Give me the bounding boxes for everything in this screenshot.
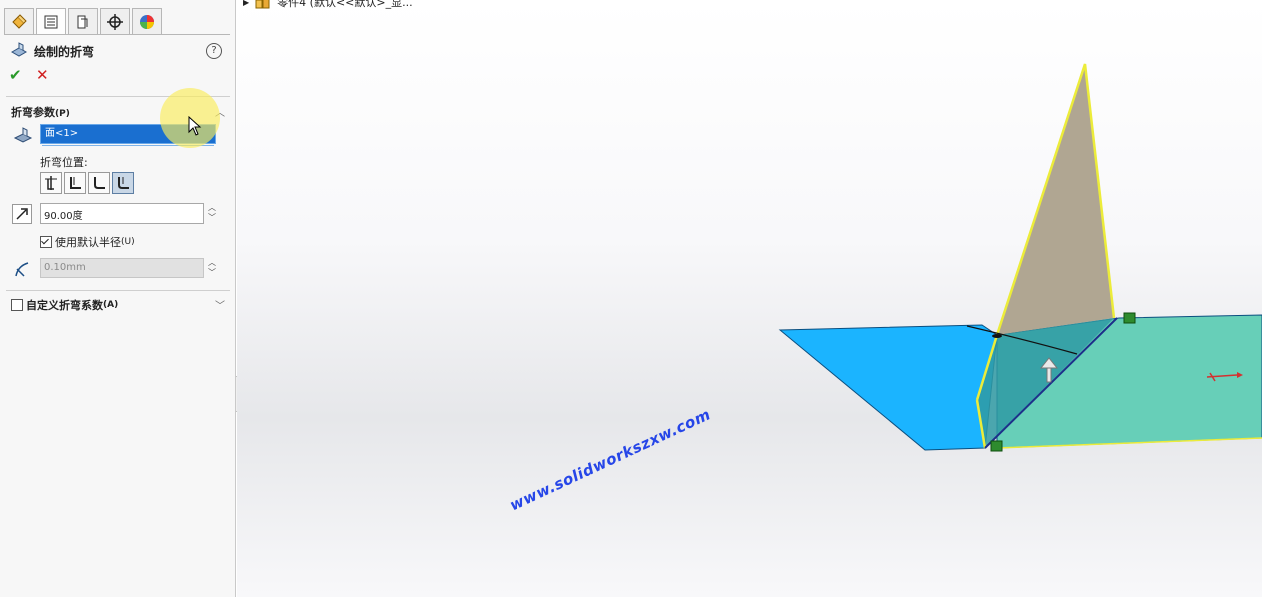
manager-tabs xyxy=(4,8,164,34)
bend-position-buttons xyxy=(40,172,136,194)
property-manager-panel: 绘制的折弯 ? ✔ ✕ 折弯参数(P) ︿ 面<1> 折弯位置: 90.00度 … xyxy=(0,0,236,597)
bend-radius-icon xyxy=(15,262,29,277)
dimxpert-manager-tab-icon xyxy=(107,13,123,30)
display-manager-tab[interactable] xyxy=(132,8,162,34)
bend-angle-button[interactable] xyxy=(12,204,32,224)
bend-radius-input[interactable]: 0.10mm xyxy=(40,258,204,278)
page-title: 绘制的折弯 xyxy=(34,44,95,59)
material-outside-button[interactable] xyxy=(88,172,110,194)
sheet-metal-model[interactable] xyxy=(237,0,1262,597)
bend-position-label: 折弯位置: xyxy=(40,156,88,169)
tabs-divider xyxy=(4,34,230,35)
cancel-button[interactable]: ✕ xyxy=(36,66,49,84)
custom-bend-allowance-shortcut: (A) xyxy=(103,300,119,310)
chevron-down-icon[interactable]: ﹀ xyxy=(215,297,225,312)
feature-manager-tab-icon xyxy=(12,13,27,29)
endpoint-marker-top[interactable] xyxy=(1123,312,1136,324)
fixed-face-icon xyxy=(13,127,33,143)
mouse-cursor-icon xyxy=(188,116,202,136)
angle-spinner[interactable]: ︿ ﹀ xyxy=(206,203,218,225)
configuration-manager-tab-icon xyxy=(77,15,88,28)
material-inside-icon xyxy=(70,177,81,189)
bend-centerline-button[interactable] xyxy=(40,172,62,194)
bend-params-shortcut: (P) xyxy=(55,109,70,119)
material-outside-icon xyxy=(94,177,105,189)
ok-button[interactable]: ✔ xyxy=(9,66,22,84)
section-divider xyxy=(6,290,230,291)
use-default-radius-check[interactable] xyxy=(40,236,52,248)
use-default-radius-checkbox[interactable]: 使用默认半径 (U) xyxy=(40,234,135,250)
configuration-manager-tab[interactable] xyxy=(68,8,98,34)
custom-bend-allowance-checkbox[interactable]: 自定义折弯系数 (A) xyxy=(11,297,118,313)
custom-bend-allowance-label: 自定义折弯系数 xyxy=(26,299,103,312)
feature-title-row: 绘制的折弯 ? xyxy=(10,42,226,60)
bend-params-title: 折弯参数 xyxy=(11,106,55,119)
dimxpert-manager-tab[interactable] xyxy=(100,8,130,34)
radius-spinner[interactable]: ︿ ﹀ xyxy=(206,258,218,280)
use-default-radius-shortcut: (U) xyxy=(121,237,135,247)
graphics-viewport[interactable]: ▶ 零件4 (默认<<默认>_显... www.solidworkszxw.co… xyxy=(237,0,1262,597)
endpoint-marker-bottom[interactable] xyxy=(990,440,1003,452)
bend-outside-icon xyxy=(118,177,129,189)
bend-angle-input[interactable]: 90.00度 xyxy=(40,203,204,224)
help-button[interactable]: ? xyxy=(206,43,222,59)
material-inside-button[interactable] xyxy=(64,172,86,194)
bend-params-section-header[interactable]: 折弯参数(P) xyxy=(11,104,70,120)
sketched-bend-icon xyxy=(10,42,28,57)
use-default-radius-label: 使用默认半径 xyxy=(55,236,121,249)
property-manager-tab[interactable] xyxy=(36,8,66,34)
feature-manager-tab[interactable] xyxy=(4,8,34,34)
base-sheet-left[interactable] xyxy=(778,324,998,451)
fixed-face-value: 面<1> xyxy=(45,128,79,139)
bend-outside-button[interactable] xyxy=(112,172,134,194)
display-manager-tab-icon xyxy=(140,14,154,29)
custom-bend-allowance-check[interactable] xyxy=(11,299,23,311)
property-manager-tab-icon xyxy=(44,15,58,28)
angle-arrow-icon xyxy=(16,208,28,220)
bend-centerline-icon xyxy=(45,176,57,190)
